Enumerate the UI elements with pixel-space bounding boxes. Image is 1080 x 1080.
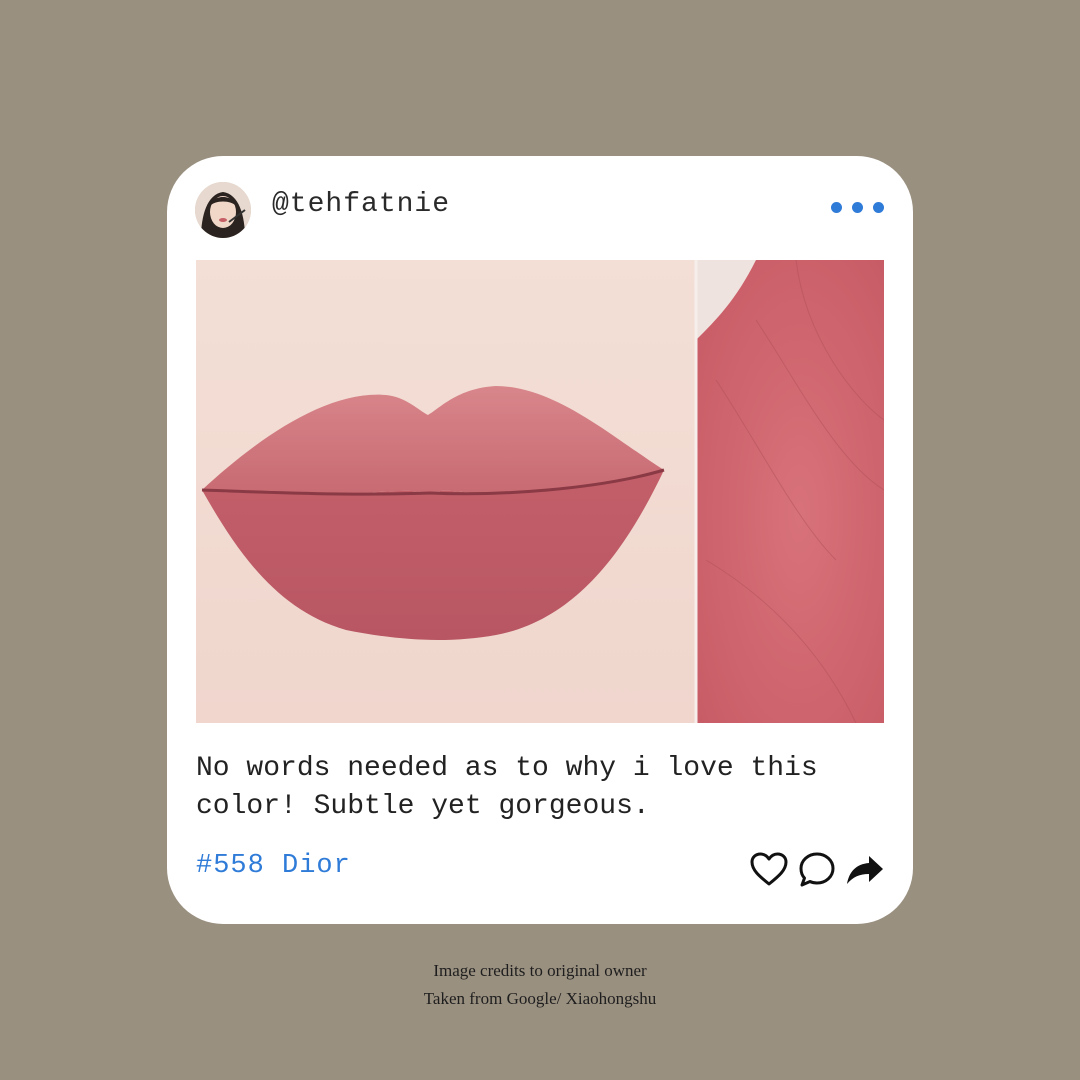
more-dots-icon (831, 202, 842, 213)
lip-swatch-image (196, 260, 884, 723)
credits-line: Image credits to original owner (433, 961, 647, 980)
post-card: @tehfatnie No words needed as to why i l… (167, 156, 913, 924)
more-dots-icon (873, 202, 884, 213)
hashtag-link[interactable]: #558 Dior (196, 851, 351, 881)
caption-line: No words needed as to why i love this (196, 753, 818, 784)
image-credits: Image credits to original owner Taken fr… (0, 957, 1080, 1013)
post-caption: No words needed as to why i love this co… (196, 750, 876, 826)
credits-line: Taken from Google/ Xiaohongshu (423, 989, 657, 1008)
avatar[interactable] (195, 182, 251, 238)
heart-icon[interactable] (749, 850, 789, 890)
share-icon[interactable] (845, 850, 885, 890)
more-dots-icon (852, 202, 863, 213)
more-options-button[interactable] (831, 202, 884, 213)
caption-line: color! Subtle yet gorgeous. (196, 791, 650, 822)
username[interactable]: @tehfatnie (272, 189, 450, 220)
post-image (196, 260, 884, 723)
post-actions (749, 850, 885, 890)
comment-icon[interactable] (797, 850, 837, 890)
avatar-image (195, 182, 251, 238)
